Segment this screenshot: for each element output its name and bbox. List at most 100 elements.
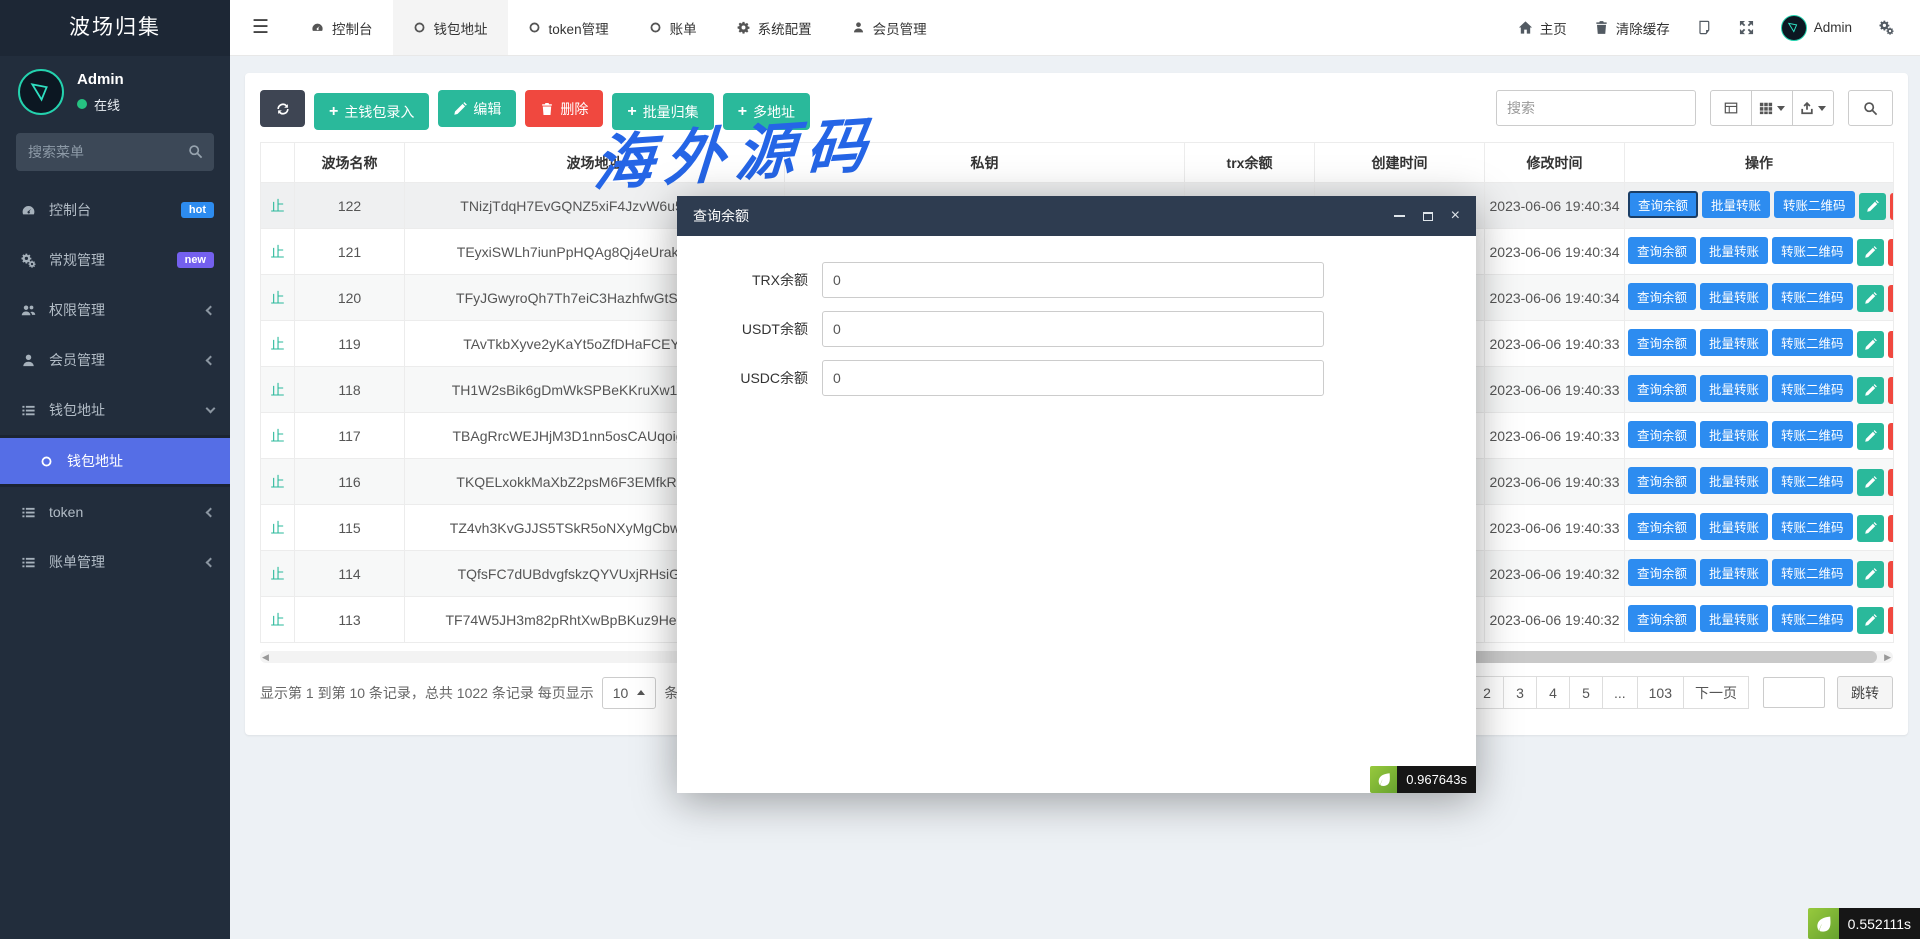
- status-link[interactable]: 止: [271, 382, 285, 398]
- query-balance-button[interactable]: 查询余额: [1628, 283, 1696, 310]
- batch-transfer-button[interactable]: 批量转账: [1700, 467, 1768, 494]
- columns-button[interactable]: [1751, 90, 1793, 126]
- status-link[interactable]: 止: [271, 474, 285, 490]
- admin-user-menu[interactable]: Admin: [1781, 15, 1852, 41]
- table-search-input[interactable]: [1496, 90, 1696, 126]
- edit-row-button[interactable]: [1857, 561, 1884, 588]
- batch-transfer-button[interactable]: 批量转账: [1700, 559, 1768, 586]
- delete-row-button[interactable]: [1888, 515, 1894, 542]
- clear-cache-link[interactable]: 清除缓存: [1594, 18, 1670, 38]
- transfer-qrcode-button[interactable]: 转账二维码: [1772, 237, 1853, 264]
- sidebar-item-dashboard[interactable]: 控制台hot: [0, 185, 230, 235]
- sidebar-item-billing[interactable]: 账单管理: [0, 537, 230, 587]
- status-link[interactable]: 止: [271, 566, 285, 582]
- transfer-qrcode-button[interactable]: 转账二维码: [1772, 375, 1853, 402]
- sidebar-item-general[interactable]: 常规管理new: [0, 235, 230, 285]
- page-button[interactable]: 5: [1569, 676, 1603, 709]
- query-balance-button[interactable]: 查询余额: [1628, 559, 1696, 586]
- page-refresh-button[interactable]: [1697, 20, 1712, 35]
- status-link[interactable]: 止: [271, 336, 285, 352]
- transfer-qrcode-button[interactable]: 转账二维码: [1772, 605, 1853, 632]
- page-button[interactable]: 103: [1637, 676, 1684, 709]
- batch-transfer-button[interactable]: 批量转账: [1700, 283, 1768, 310]
- transfer-qrcode-button[interactable]: 转账二维码: [1774, 191, 1855, 218]
- status-link[interactable]: 止: [271, 290, 285, 306]
- query-balance-button[interactable]: 查询余额: [1628, 191, 1698, 218]
- edit-row-button[interactable]: [1857, 515, 1884, 542]
- status-link[interactable]: 止: [271, 520, 285, 536]
- edit-row-button[interactable]: [1857, 239, 1884, 266]
- batch-transfer-button[interactable]: 批量转账: [1702, 191, 1770, 218]
- edit-row-button[interactable]: [1859, 193, 1886, 220]
- batch-transfer-button[interactable]: 批量转账: [1700, 605, 1768, 632]
- status-link[interactable]: 止: [271, 428, 285, 444]
- tab-members[interactable]: 会员管理: [832, 0, 947, 55]
- fullscreen-button[interactable]: [1739, 20, 1754, 35]
- tab-token[interactable]: token管理: [508, 0, 629, 55]
- delete-row-button[interactable]: [1888, 607, 1894, 634]
- batch-transfer-button[interactable]: 批量转账: [1700, 375, 1768, 402]
- detail-view-button[interactable]: [1710, 90, 1752, 126]
- sidebar-toggle-button[interactable]: ☰: [230, 0, 291, 55]
- transfer-qrcode-button[interactable]: 转账二维码: [1772, 421, 1853, 448]
- sidebar-item-wallet-address[interactable]: 钱包地址: [0, 385, 230, 435]
- scroll-right-icon[interactable]: ▶: [1884, 652, 1891, 663]
- usdt-balance-field[interactable]: [822, 311, 1324, 347]
- usdc-balance-field[interactable]: [822, 360, 1324, 396]
- transfer-qrcode-button[interactable]: 转账二维码: [1772, 513, 1853, 540]
- query-balance-button[interactable]: 查询余额: [1628, 513, 1696, 540]
- status-link[interactable]: 止: [271, 244, 285, 260]
- transfer-qrcode-button[interactable]: 转账二维码: [1772, 559, 1853, 586]
- sidebar-item-token[interactable]: token: [0, 487, 230, 537]
- edit-row-button[interactable]: [1857, 331, 1884, 358]
- edit-row-button[interactable]: [1857, 607, 1884, 634]
- sidebar-item-permissions[interactable]: 权限管理: [0, 285, 230, 335]
- close-icon[interactable]: ×: [1451, 209, 1460, 223]
- delete-row-button[interactable]: [1888, 239, 1894, 266]
- sidebar-item-members[interactable]: 会员管理: [0, 335, 230, 385]
- page-size-select[interactable]: 10: [602, 677, 657, 709]
- multi-address-button[interactable]: +多地址: [723, 93, 810, 130]
- transfer-qrcode-button[interactable]: 转账二维码: [1772, 329, 1853, 356]
- delete-row-button[interactable]: [1888, 285, 1894, 312]
- query-balance-button[interactable]: 查询余额: [1628, 237, 1696, 264]
- batch-transfer-button[interactable]: 批量转账: [1700, 329, 1768, 356]
- tab-dashboard[interactable]: 控制台: [291, 0, 393, 55]
- menu-search-input[interactable]: [16, 133, 214, 171]
- query-balance-button[interactable]: 查询余额: [1628, 421, 1696, 448]
- delete-row-button[interactable]: [1888, 469, 1894, 496]
- add-main-wallet-button[interactable]: +主钱包录入: [314, 93, 429, 130]
- delete-button[interactable]: 删除: [525, 90, 603, 127]
- delete-row-button[interactable]: [1890, 193, 1894, 220]
- delete-row-button[interactable]: [1888, 331, 1894, 358]
- transfer-qrcode-button[interactable]: 转账二维码: [1772, 283, 1853, 310]
- delete-row-button[interactable]: [1888, 561, 1894, 588]
- page-button[interactable]: 4: [1536, 676, 1570, 709]
- edit-row-button[interactable]: [1857, 469, 1884, 496]
- home-link[interactable]: 主页: [1518, 18, 1567, 38]
- delete-row-button[interactable]: [1888, 423, 1894, 450]
- query-balance-button[interactable]: 查询余额: [1628, 375, 1696, 402]
- batch-transfer-button[interactable]: 批量转账: [1700, 513, 1768, 540]
- export-button[interactable]: [1792, 90, 1834, 126]
- next-page-button[interactable]: 下一页: [1683, 676, 1749, 709]
- delete-row-button[interactable]: [1888, 377, 1894, 404]
- maximize-icon[interactable]: [1423, 209, 1433, 223]
- batch-transfer-button[interactable]: 批量转账: [1700, 237, 1768, 264]
- query-balance-button[interactable]: 查询余额: [1628, 467, 1696, 494]
- status-link[interactable]: 止: [271, 198, 285, 214]
- edit-row-button[interactable]: [1857, 423, 1884, 450]
- query-balance-button[interactable]: 查询余额: [1628, 329, 1696, 356]
- query-balance-button[interactable]: 查询余额: [1628, 605, 1696, 632]
- sidebar-subitem-wallet-address[interactable]: 钱包地址: [0, 438, 230, 484]
- search-button[interactable]: [1848, 90, 1893, 126]
- edit-row-button[interactable]: [1857, 285, 1884, 312]
- tab-wallet-address[interactable]: 钱包地址: [393, 0, 508, 55]
- edit-button[interactable]: 编辑: [438, 90, 516, 127]
- edit-row-button[interactable]: [1857, 377, 1884, 404]
- status-link[interactable]: 止: [271, 612, 285, 628]
- tab-billing[interactable]: 账单: [629, 0, 717, 55]
- modal-header[interactable]: 查询余额 ×: [677, 196, 1476, 236]
- batch-collect-button[interactable]: +批量归集: [612, 93, 713, 130]
- jump-button[interactable]: 跳转: [1837, 676, 1893, 709]
